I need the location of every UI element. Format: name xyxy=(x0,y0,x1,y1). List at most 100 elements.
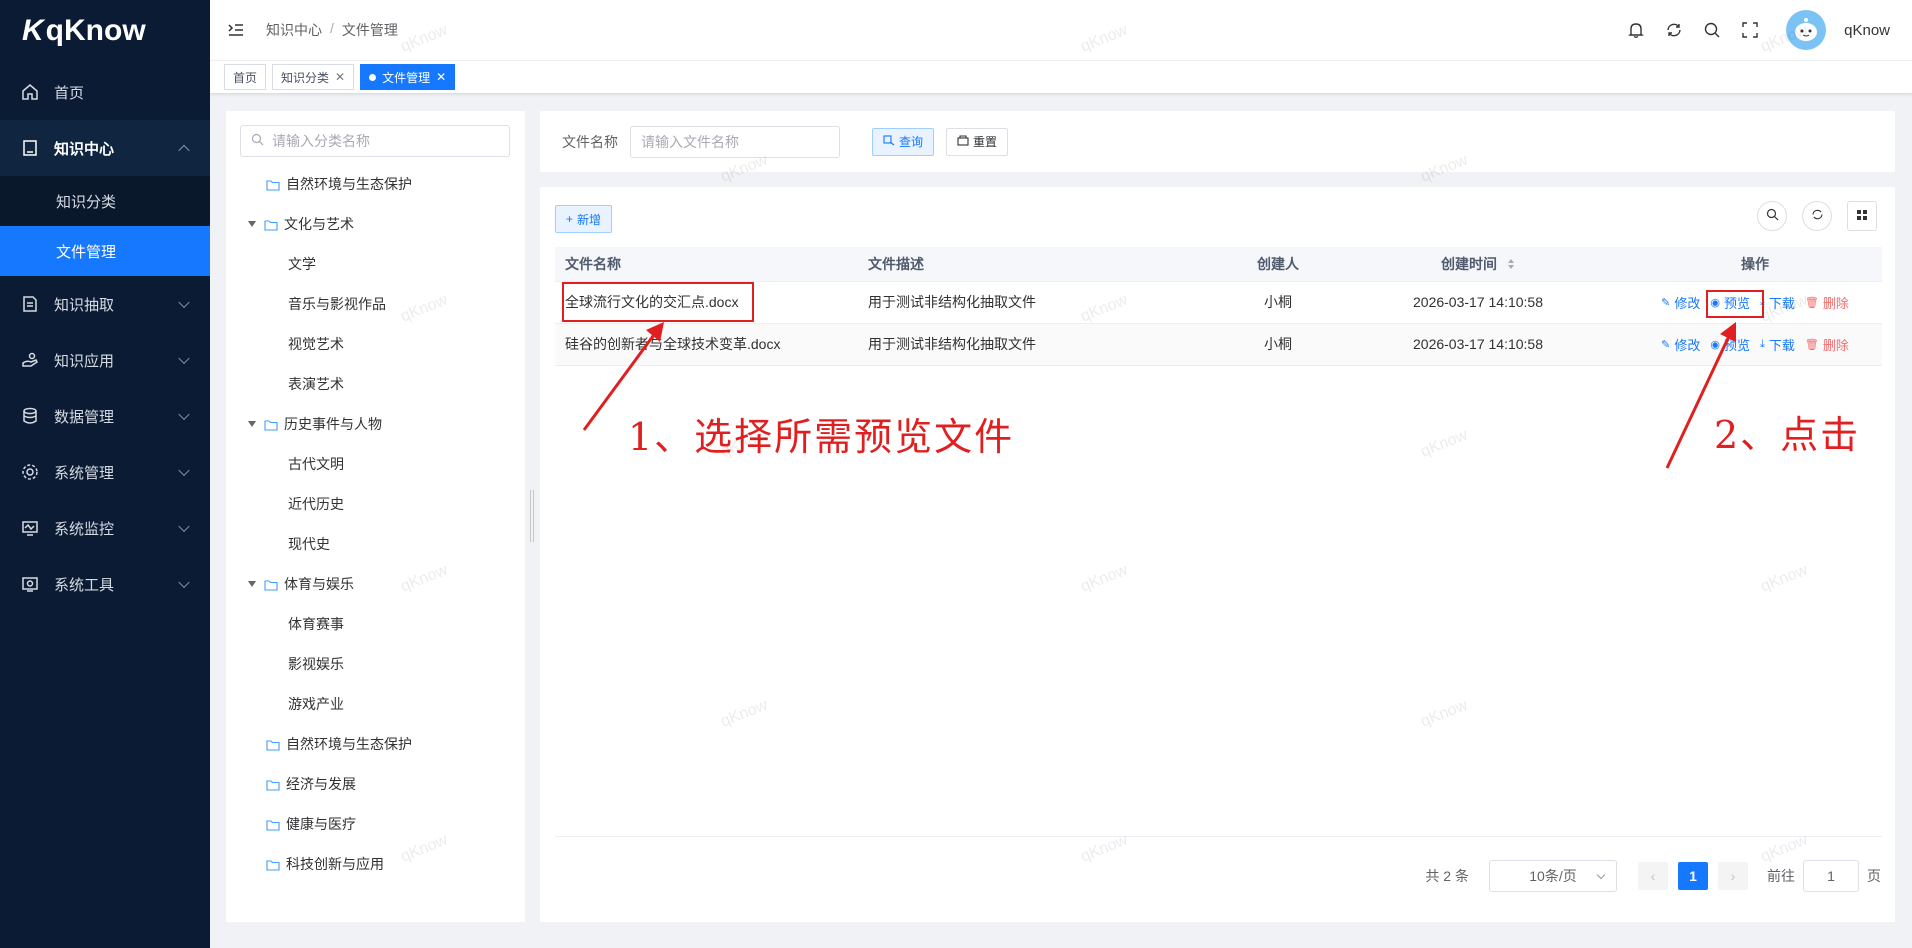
table-row[interactable]: 全球流行文化的交汇点.docx 用于测试非结构化抽取文件 小桐 2026-03-… xyxy=(555,281,1882,324)
goto-page-input[interactable]: 1 xyxy=(1803,860,1859,892)
tree-node[interactable]: 体育赛事 xyxy=(288,610,344,638)
refresh-icon[interactable] xyxy=(1664,20,1684,40)
tree-node[interactable]: 自然环境与生态保护 xyxy=(266,730,412,758)
next-page-button[interactable]: › xyxy=(1718,862,1748,890)
create-time-cell: 2026-03-17 14:10:58 xyxy=(1328,281,1628,324)
sidebar-item-system-management[interactable]: 系统管理 xyxy=(0,444,210,500)
sidebar-item-knowledge-application[interactable]: 知识应用 xyxy=(0,332,210,388)
edit-button[interactable]: ✎ 修改 xyxy=(1661,335,1700,354)
sidebar-item-data-management[interactable]: 数据管理 xyxy=(0,388,210,444)
sidebar-item-label: 知识应用 xyxy=(54,352,115,370)
page-number-button[interactable]: 1 xyxy=(1678,862,1708,890)
resize-handle[interactable] xyxy=(530,490,534,542)
close-icon[interactable]: ✕ xyxy=(436,70,446,84)
file-name-cell[interactable]: 硅谷的创新者与全球技术变革.docx xyxy=(555,323,858,366)
search-icon[interactable] xyxy=(1702,20,1722,40)
tab-file-management[interactable]: 文件管理 ✕ xyxy=(360,64,456,90)
preview-label: 预览 xyxy=(1723,337,1750,353)
search-placeholder: 请输入分类名称 xyxy=(272,133,370,149)
tree-node-label: 影视娱乐 xyxy=(288,656,344,672)
plus-icon: + xyxy=(566,212,574,226)
tree-node-label: 科技创新与应用 xyxy=(286,856,384,872)
tree-node-label: 文化与艺术 xyxy=(284,216,354,232)
delete-button[interactable]: 🗑 删除 xyxy=(1805,335,1849,354)
eye-icon: ◉ xyxy=(1710,338,1720,351)
folder-icon xyxy=(266,858,280,871)
table-row[interactable]: 硅谷的创新者与全球技术变革.docx 用于测试非结构化抽取文件 小桐 2026-… xyxy=(555,323,1882,366)
delete-label: 删除 xyxy=(1822,337,1849,353)
reset-label: 重置 xyxy=(973,135,998,149)
sidebar-item-knowledge-extraction[interactable]: 知识抽取 xyxy=(0,276,210,332)
tree-node[interactable]: 经济与发展 xyxy=(266,770,356,798)
sidebar-item-label: 知识抽取 xyxy=(54,296,115,314)
preview-button[interactable]: ◉ 预览 xyxy=(1710,335,1750,354)
column-header-create-time[interactable]: 创建时间 xyxy=(1328,247,1628,282)
column-header-description: 文件描述 xyxy=(858,247,1228,282)
top-header: 知识中心 / 文件管理 qKnow xyxy=(210,0,1912,60)
tab-home[interactable]: 首页 xyxy=(224,64,267,90)
close-icon[interactable]: ✕ xyxy=(335,70,345,84)
delete-button[interactable]: 🗑 删除 xyxy=(1805,293,1849,312)
toggle-search-button[interactable] xyxy=(1757,201,1787,231)
sidebar-item-system-monitor[interactable]: 系统监控 xyxy=(0,500,210,556)
tree-node[interactable]: 文化与艺术 xyxy=(248,210,354,238)
category-search-input[interactable]: 请输入分类名称 xyxy=(240,125,510,157)
caret-down-icon[interactable] xyxy=(248,221,256,227)
tree-node[interactable]: 影视娱乐 xyxy=(288,650,344,678)
sidebar-item-label: 首页 xyxy=(54,84,85,102)
tree-node[interactable]: 古代文明 xyxy=(288,450,344,478)
sidebar-item-system-tools[interactable]: 系统工具 xyxy=(0,556,210,612)
tree-node[interactable]: 历史事件与人物 xyxy=(248,410,382,438)
grid-icon xyxy=(1856,208,1868,224)
fullscreen-icon[interactable] xyxy=(1740,20,1760,40)
tree-node[interactable]: 自然环境与生态保护 xyxy=(266,170,412,198)
tree-node[interactable]: 游戏产业 xyxy=(288,690,344,718)
tree-node[interactable]: 表演艺术 xyxy=(288,370,344,398)
trash-icon: 🗑 xyxy=(1804,338,1819,351)
prev-page-button[interactable]: ‹ xyxy=(1638,862,1668,890)
tree-node[interactable]: 健康与医疗 xyxy=(266,810,356,838)
chevron-up-icon xyxy=(178,144,190,157)
edit-button[interactable]: ✎ 修改 xyxy=(1661,293,1700,312)
tree-node[interactable]: 音乐与影视作品 xyxy=(288,290,386,318)
bell-icon[interactable] xyxy=(1626,20,1646,40)
breadcrumb-item[interactable]: 知识中心 xyxy=(266,20,322,40)
collapse-menu-icon[interactable] xyxy=(226,20,246,40)
tree-node[interactable]: 文学 xyxy=(288,250,316,278)
sidebar-subitem-file-management[interactable]: 文件管理 xyxy=(0,226,210,276)
tree-node[interactable]: 现代史 xyxy=(288,530,330,558)
add-button[interactable]: + 新增 xyxy=(555,205,613,233)
refresh-icon xyxy=(1811,208,1824,224)
chevron-right-icon: › xyxy=(1730,868,1736,884)
sidebar-item-home[interactable]: 首页 xyxy=(0,64,210,120)
file-name-input[interactable]: 请输入文件名称 xyxy=(630,125,840,158)
query-button[interactable]: 查询 xyxy=(872,127,935,156)
refresh-table-button[interactable] xyxy=(1802,201,1832,231)
sort-icon[interactable] xyxy=(1507,257,1515,273)
sidebar-item-label: 数据管理 xyxy=(54,408,115,426)
download-button[interactable]: ⤓ 下载 xyxy=(1760,293,1795,312)
app-logo[interactable]: K qKnow xyxy=(0,0,210,62)
sidebar-item-knowledge-center[interactable]: 知识中心 xyxy=(0,120,210,176)
page-suffix: 页 xyxy=(1867,868,1881,884)
download-button[interactable]: ⤓ 下载 xyxy=(1760,335,1795,354)
gear-icon xyxy=(20,462,40,482)
tree-node[interactable]: 体育与娱乐 xyxy=(248,570,354,598)
user-name[interactable]: qKnow xyxy=(1844,22,1890,39)
page-size-select[interactable]: 10条/页 xyxy=(1489,860,1617,892)
annotation-step-1: 1、选择所需预览文件 xyxy=(628,415,1015,459)
sidebar-subitem-knowledge-category[interactable]: 知识分类 xyxy=(0,176,210,226)
tab-knowledge-category[interactable]: 知识分类 ✕ xyxy=(272,64,355,90)
chevron-down-icon xyxy=(1596,870,1606,880)
reset-button[interactable]: 重置 xyxy=(946,127,1009,156)
caret-down-icon[interactable] xyxy=(248,581,256,587)
avatar[interactable] xyxy=(1786,10,1827,50)
tree-node[interactable]: 科技创新与应用 xyxy=(266,850,384,878)
chevron-down-icon xyxy=(178,576,190,589)
tree-node[interactable]: 近代历史 xyxy=(288,490,344,518)
download-label: 下载 xyxy=(1768,295,1795,311)
columns-button[interactable] xyxy=(1847,201,1877,231)
tree-node-label: 视觉艺术 xyxy=(288,336,344,352)
tree-node[interactable]: 视觉艺术 xyxy=(288,330,344,358)
caret-down-icon[interactable] xyxy=(248,421,256,427)
